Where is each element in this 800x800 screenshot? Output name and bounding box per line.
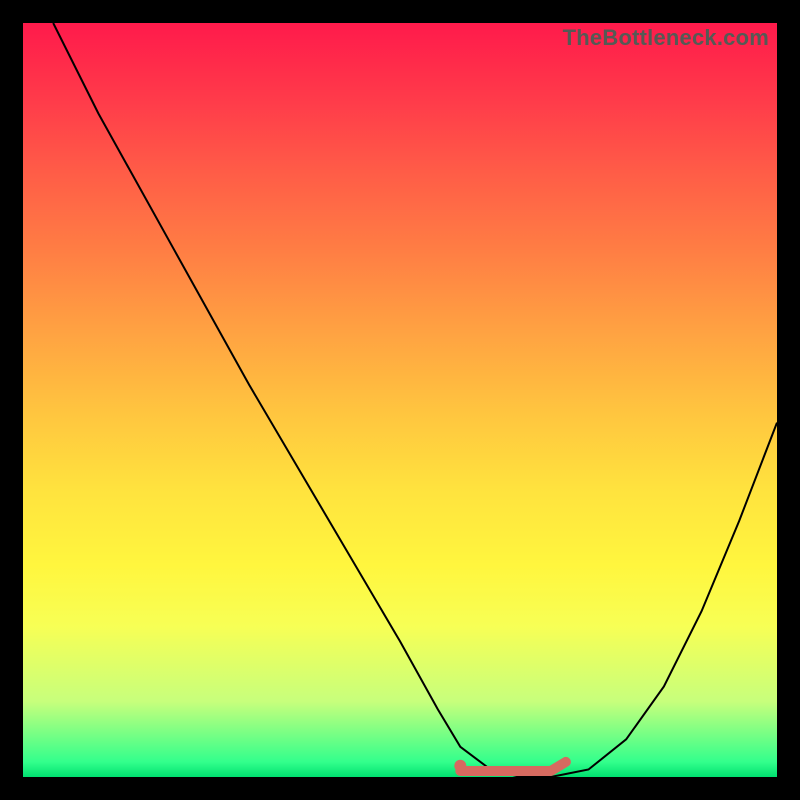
bottleneck-curve-path	[53, 23, 777, 777]
chart-frame: TheBottleneck.com	[0, 0, 800, 800]
watermark-text: TheBottleneck.com	[563, 25, 769, 51]
chart-svg	[23, 23, 777, 777]
optimal-point-dot	[454, 760, 466, 772]
optimal-range-band	[460, 762, 566, 771]
chart-plot-area: TheBottleneck.com	[23, 23, 777, 777]
